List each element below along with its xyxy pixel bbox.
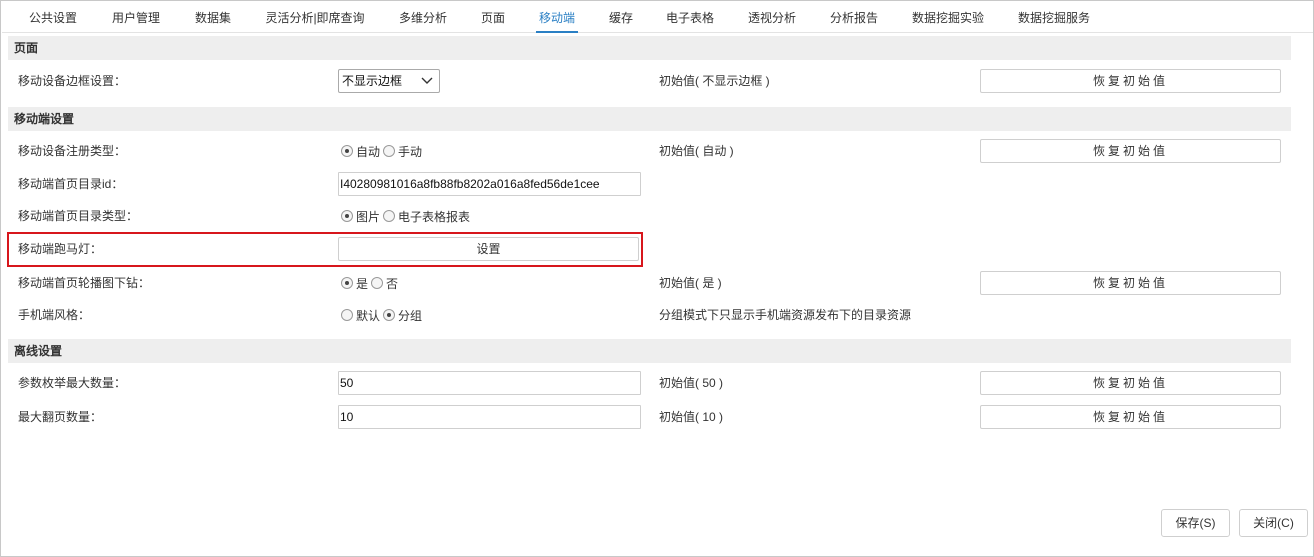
chevron-down-icon	[421, 77, 433, 84]
section-header-mobile: 移动端设置	[8, 107, 1291, 131]
carousel-drill-no-radio[interactable]	[371, 277, 384, 289]
carousel-drill-label: 移动端首页轮播图下钻：	[18, 276, 151, 290]
reg-type-manual-label: 手动	[398, 144, 423, 159]
phone-style-default-label: 默认	[356, 308, 381, 323]
carousel-drill-yes-radio[interactable]	[341, 277, 353, 289]
border-setting-label: 移动设备边框设置：	[18, 74, 127, 88]
tab-data-mining-experiment[interactable]: 数据挖掘实验	[910, 2, 986, 33]
max-pages-label: 最大翻页数量：	[18, 410, 103, 424]
max-pages-input[interactable]	[338, 405, 641, 429]
phone-style-group-radio[interactable]	[383, 309, 396, 321]
border-setting-value: 不显示边框	[342, 74, 403, 88]
home-dir-id-input[interactable]	[338, 172, 641, 196]
tab-olap-analysis[interactable]: 多维分析	[397, 2, 449, 33]
param-max-label: 参数枚举最大数量：	[18, 376, 127, 390]
carousel-drill-yes-label: 是	[356, 276, 369, 291]
max-pages-initial-value: 初始值( 10 )	[659, 410, 724, 424]
home-dir-type-image-label: 图片	[356, 209, 381, 224]
tab-analysis-report[interactable]: 分析报告	[828, 2, 880, 33]
section-header-page: 页面	[8, 36, 1291, 60]
carousel-drill-no-label: 否	[386, 276, 399, 291]
home-dir-id-label: 移动端首页目录id：	[18, 177, 124, 191]
marquee-label: 移动端跑马灯：	[18, 242, 103, 256]
home-dir-type-spreadsheet-radio[interactable]	[383, 210, 396, 222]
carousel-drill-restore-button[interactable]: 恢复初始值	[980, 271, 1281, 295]
reg-type-manual-radio[interactable]	[383, 145, 396, 157]
tab-bar: 公共设置 用户管理 数据集 灵活分析|即席查询 多维分析 页面 移动端 缓存 电…	[2, 2, 1313, 33]
section-header-offline: 离线设置	[8, 339, 1291, 363]
tab-data-mining-service[interactable]: 数据挖掘服务	[1016, 2, 1092, 33]
tab-mobile[interactable]: 移动端	[536, 2, 578, 33]
phone-style-default-radio[interactable]	[341, 309, 353, 321]
home-dir-type-spreadsheet-label: 电子表格报表	[398, 209, 471, 224]
phone-style-label: 手机端风格：	[18, 308, 91, 322]
phone-style-note: 分组模式下只显示手机端资源发布下的目录资源	[659, 308, 912, 322]
max-pages-restore-button[interactable]: 恢复初始值	[980, 405, 1281, 429]
reg-type-restore-button[interactable]: 恢复初始值	[980, 139, 1281, 163]
tab-cache[interactable]: 缓存	[607, 2, 635, 33]
reg-type-auto-label: 自动	[356, 144, 381, 159]
home-dir-type-label: 移动端首页目录类型：	[18, 209, 139, 223]
tab-page[interactable]: 页面	[479, 2, 507, 33]
close-button[interactable]: 关闭(C)	[1239, 509, 1308, 537]
home-dir-type-image-radio[interactable]	[341, 210, 353, 222]
phone-style-group-label: 分组	[398, 308, 423, 323]
tab-spreadsheet[interactable]: 电子表格	[664, 2, 716, 33]
tab-user-management[interactable]: 用户管理	[110, 2, 162, 33]
param-max-initial-value: 初始值( 50 )	[659, 376, 724, 390]
reg-type-auto-radio[interactable]	[341, 145, 353, 157]
carousel-drill-initial-value: 初始值( 是 )	[659, 276, 722, 290]
carousel-drill-radio-group: 是 否	[341, 271, 401, 295]
tab-public-settings[interactable]: 公共设置	[28, 2, 78, 33]
tab-dataset[interactable]: 数据集	[193, 2, 233, 33]
param-max-input[interactable]	[338, 371, 641, 395]
phone-style-radio-group: 默认 分组	[341, 303, 425, 327]
home-dir-type-radio-group: 图片 电子表格报表	[341, 204, 473, 228]
reg-type-radio-group: 自动 手动	[341, 139, 425, 163]
tab-pivot-analysis[interactable]: 透视分析	[746, 2, 798, 33]
marquee-settings-button[interactable]: 设置	[338, 237, 639, 261]
settings-dialog: 公共设置 用户管理 数据集 灵活分析|即席查询 多维分析 页面 移动端 缓存 电…	[0, 0, 1314, 557]
save-button[interactable]: 保存(S)	[1161, 509, 1230, 537]
param-max-restore-button[interactable]: 恢复初始值	[980, 371, 1281, 395]
reg-type-label: 移动设备注册类型：	[18, 144, 127, 158]
border-restore-button[interactable]: 恢复初始值	[980, 69, 1281, 93]
reg-type-initial-value: 初始值( 自动 )	[659, 144, 734, 158]
tab-adhoc-analysis[interactable]: 灵活分析|即席查询	[263, 2, 367, 33]
border-setting-select[interactable]: 不显示边框	[338, 69, 440, 93]
border-initial-value: 初始值( 不显示边框 )	[659, 74, 770, 88]
